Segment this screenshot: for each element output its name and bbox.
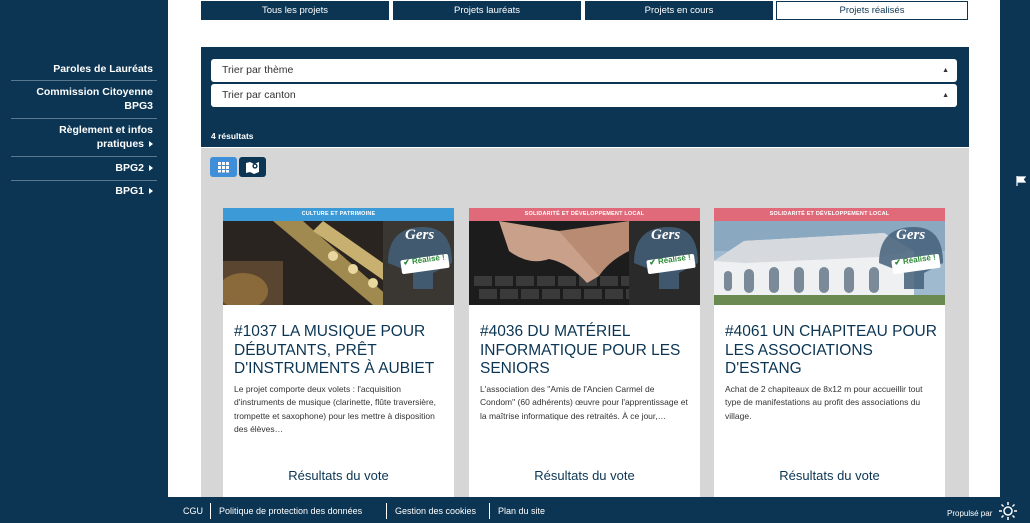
project-image: Gers ✔ Réalisé ! xyxy=(469,221,700,305)
vote-results-link[interactable]: Résultats du vote xyxy=(469,468,700,483)
caret-right-icon xyxy=(149,141,153,147)
vote-results-link[interactable]: Résultats du vote xyxy=(714,468,945,483)
sidebar-item-label: Règlement et infos xyxy=(59,124,153,136)
sun-logo-icon[interactable] xyxy=(998,501,1018,521)
project-card[interactable]: SOLIDARITÉ ET DÉVELOPPEMENT LOCAL Gers ✔… xyxy=(469,208,700,497)
tab-projets-laureats[interactable]: Projets lauréats xyxy=(393,1,581,20)
sidebar-item-paroles-de-laureats[interactable]: Paroles de Lauréats xyxy=(11,62,157,76)
tab-projets-en-cours[interactable]: Projets en cours xyxy=(585,1,773,20)
sidebar: Paroles de Lauréats Commission Citoyenne… xyxy=(0,0,168,497)
sidebar-divider xyxy=(11,80,157,81)
card-title[interactable]: #4036 Du matériel informatique pour les … xyxy=(480,323,695,379)
caret-right-icon xyxy=(149,188,153,194)
grid-icon xyxy=(218,162,229,173)
right-strip xyxy=(1000,0,1030,497)
project-card[interactable]: SOLIDARITÉ ET DÉVELOPPEMENT LOCAL Gers ✔… xyxy=(714,208,945,497)
vote-results-link[interactable]: Résultats du vote xyxy=(223,468,454,483)
category-band: CULTURE ET PATRIMOINE xyxy=(223,208,454,221)
footer-divider xyxy=(386,503,387,519)
flag-icon[interactable] xyxy=(1016,176,1026,186)
gers-logo: Gers xyxy=(651,227,681,243)
sidebar-divider xyxy=(11,118,157,119)
powered-by-text: Propulsé par xyxy=(947,509,993,518)
project-card[interactable]: CULTURE ET PATRIMOINE Gers ✔ Réalisé ! #… xyxy=(223,208,454,497)
card-title[interactable]: #4061 Un chapiteau pour les associations… xyxy=(725,323,940,379)
theme-select-value: Trier par thème xyxy=(222,64,294,76)
footer: CGU Politique de protection des données … xyxy=(0,497,1030,523)
grid-view-button[interactable] xyxy=(210,157,237,177)
sidebar-item-bpg2[interactable]: BPG2 xyxy=(11,161,157,175)
footer-link-privacy[interactable]: Politique de protection des données xyxy=(219,506,362,516)
sidebar-item-label: Paroles de Lauréats xyxy=(53,63,153,75)
sidebar-item-reglement[interactable]: Règlement et infos pratiques xyxy=(11,123,157,151)
card-description: L'association des "Amis de l'Ancien Carm… xyxy=(480,384,688,421)
category-band: SOLIDARITÉ ET DÉVELOPPEMENT LOCAL xyxy=(469,208,700,221)
canton-select-value: Trier par canton xyxy=(222,89,296,101)
main-content: Tous les projets Projets lauréats Projet… xyxy=(168,0,1000,497)
project-image: Gers ✔ Réalisé ! xyxy=(223,221,454,305)
tab-tous-les-projets[interactable]: Tous les projets xyxy=(201,1,389,20)
card-title[interactable]: #1037 La musique pour débutants, prêt d'… xyxy=(234,323,449,379)
sidebar-item-label: BPG1 xyxy=(115,185,144,197)
sidebar-divider xyxy=(11,180,157,181)
sidebar-item-commission-citoyenne[interactable]: Commission Citoyenne BPG3 xyxy=(11,85,157,113)
project-image: Gers ✔ Réalisé ! xyxy=(714,221,945,305)
footer-link-sitemap[interactable]: Plan du site xyxy=(498,506,545,516)
caret-right-icon xyxy=(149,165,153,171)
filter-panel: Trier par thème ▲ Trier par canton ▲ 4 r… xyxy=(201,47,969,147)
card-description: Le projet comporte deux volets : l'acqui… xyxy=(234,384,436,434)
sidebar-item-label-line2: pratiques xyxy=(96,138,144,150)
theme-select[interactable]: Trier par thème ▲ xyxy=(211,59,957,82)
footer-link-cgu[interactable]: CGU xyxy=(183,506,203,516)
sidebar-item-label-line2: BPG3 xyxy=(124,100,153,112)
results-area: CULTURE ET PATRIMOINE Gers ✔ Réalisé ! #… xyxy=(201,148,969,497)
map-icon xyxy=(246,162,259,174)
tab-projets-realises[interactable]: Projets réalisés xyxy=(776,1,968,20)
sidebar-divider xyxy=(11,156,157,157)
gers-logo: Gers xyxy=(896,227,926,243)
gers-logo: Gers xyxy=(405,227,435,243)
canton-select[interactable]: Trier par canton ▲ xyxy=(211,84,957,107)
select-arrows-icon: ▲ xyxy=(942,92,949,99)
results-count: 4 résultats xyxy=(211,131,254,141)
footer-divider xyxy=(489,503,490,519)
select-arrows-icon: ▲ xyxy=(942,67,949,74)
footer-divider xyxy=(210,503,211,519)
category-band: SOLIDARITÉ ET DÉVELOPPEMENT LOCAL xyxy=(714,208,945,221)
footer-link-cookies[interactable]: Gestion des cookies xyxy=(395,506,476,516)
sidebar-item-label: BPG2 xyxy=(115,162,144,174)
map-view-button[interactable] xyxy=(239,157,266,177)
sidebar-item-label: Commission Citoyenne xyxy=(36,86,153,98)
sidebar-item-bpg1[interactable]: BPG1 xyxy=(11,184,157,198)
card-description: Achat de 2 chapiteaux de 8x12 m pour acc… xyxy=(725,384,923,421)
